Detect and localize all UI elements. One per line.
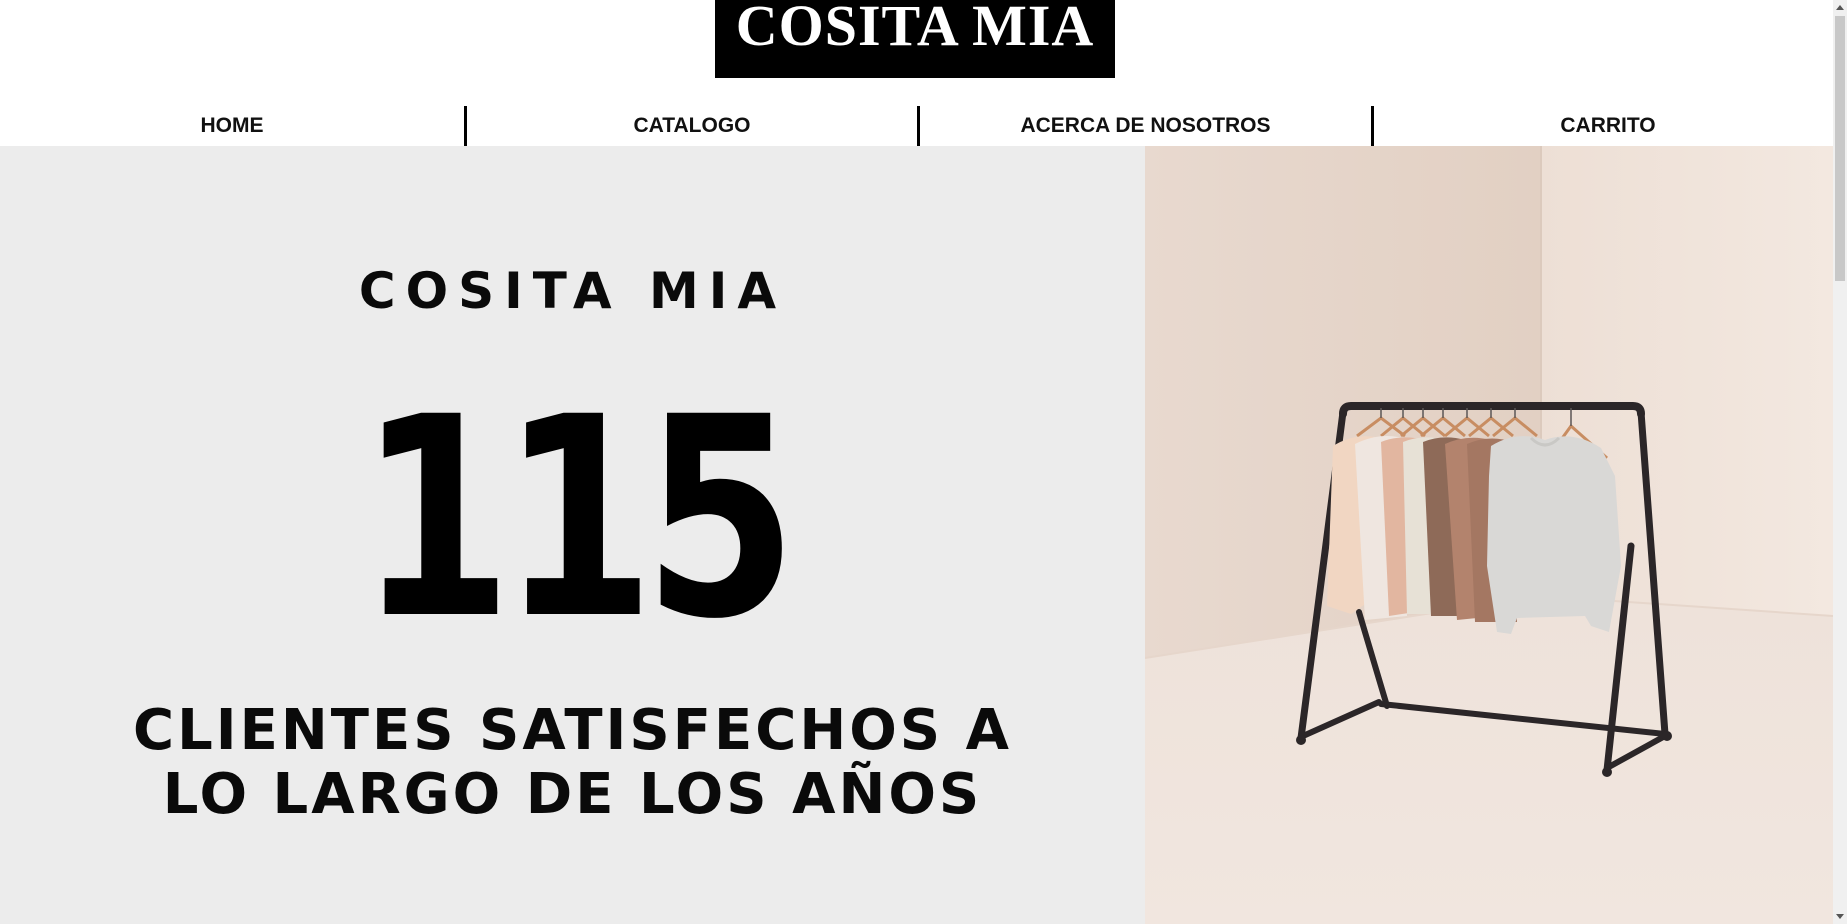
scroll-up-arrow-icon[interactable] [1833, 0, 1847, 14]
clothing-rack-illustration [1145, 146, 1833, 924]
hero-stat-number: 115 [358, 359, 798, 680]
hero-photo [1145, 146, 1833, 924]
page: COSITA MIA HOME CATALOGO ACERCA DE NOSOT… [0, 0, 1833, 924]
vertical-scrollbar[interactable] [1833, 0, 1847, 924]
nav-home[interactable]: HOME [0, 104, 464, 146]
hero-stat-panel: COSITA MIA 115 CLIENTES SATISFECHOS A LO… [0, 146, 1145, 924]
hero-caption-line-2: LO LARGO DE LOS AÑOS [162, 762, 983, 827]
nav-acerca-de-nosotros[interactable]: ACERCA DE NOSOTROS [920, 104, 1371, 146]
hero-stat-caption: CLIENTES SATISFECHOS A LO LARGO DE LOS A… [0, 699, 1145, 827]
site-logo[interactable]: COSITA MIA [715, 0, 1115, 78]
hero-caption-line-1: CLIENTES SATISFECHOS A [133, 698, 1012, 763]
hero-brand-title: COSITA MIA [358, 262, 787, 320]
main-nav: HOME CATALOGO ACERCA DE NOSOTROS CARRITO [0, 104, 1833, 148]
nav-carrito[interactable]: CARRITO [1374, 104, 1833, 146]
logo-text: COSITA MIA [735, 0, 1095, 58]
hero-banner: COSITA MIA 115 CLIENTES SATISFECHOS A LO… [0, 146, 1833, 924]
scrollbar-thumb[interactable] [1835, 16, 1845, 281]
nav-catalogo[interactable]: CATALOGO [467, 104, 917, 146]
scroll-down-arrow-icon[interactable] [1833, 910, 1847, 924]
